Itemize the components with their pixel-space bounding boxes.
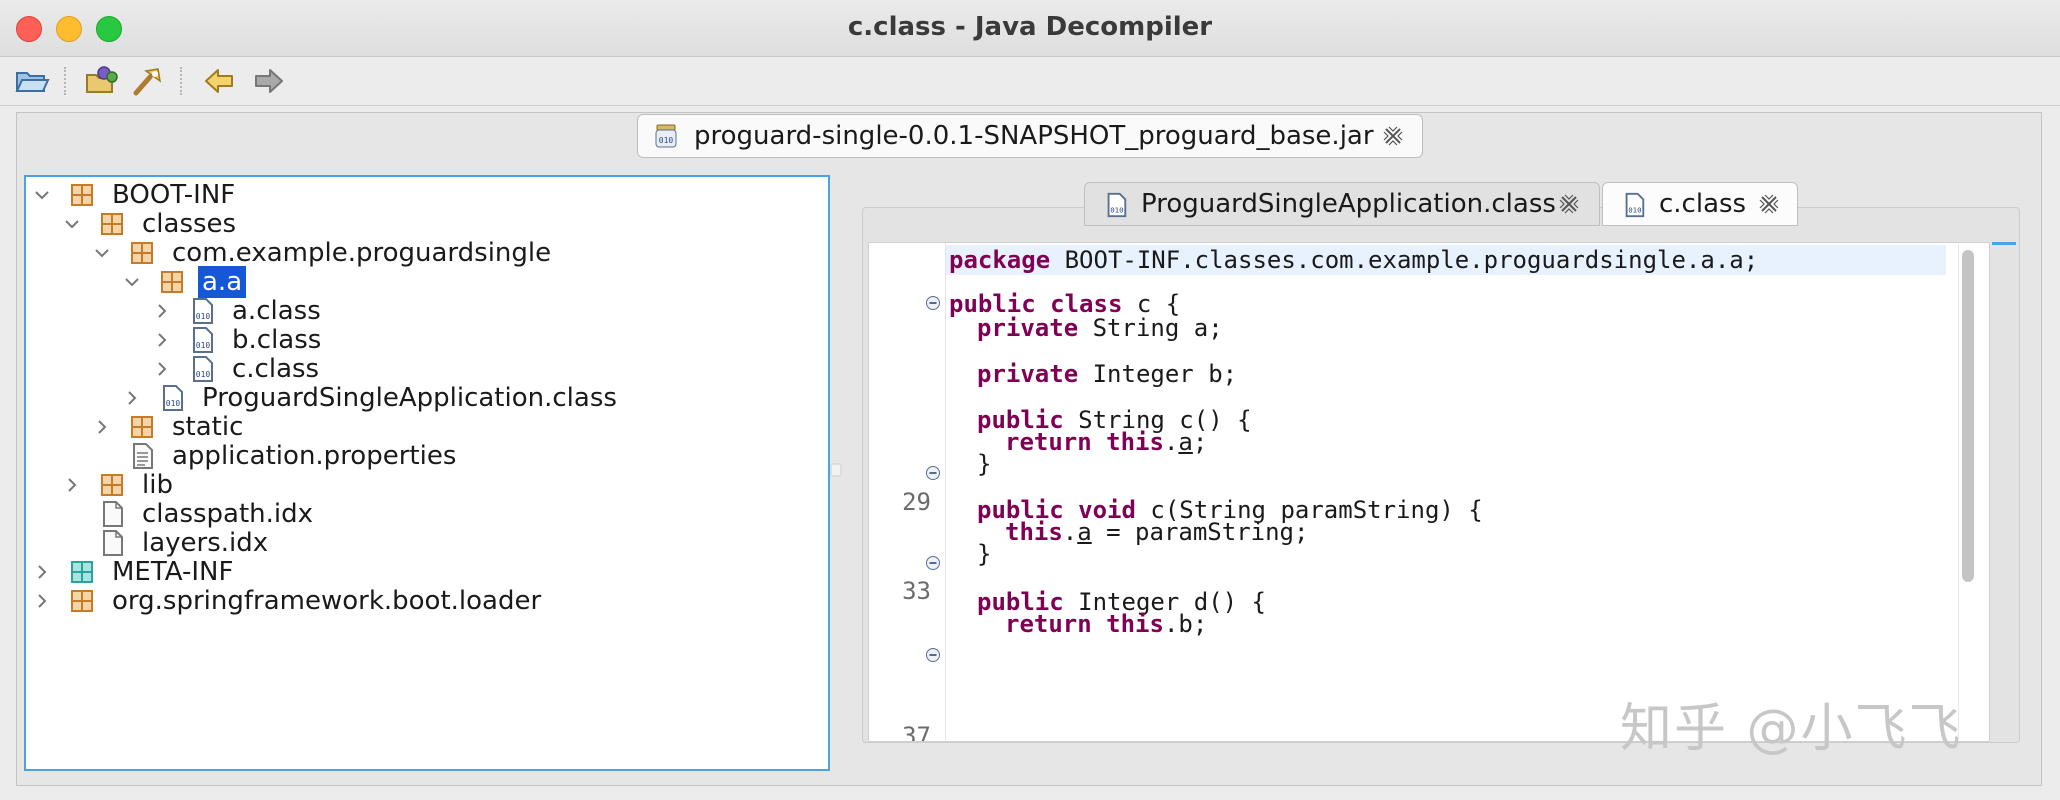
code-line: } [977,450,992,478]
tree-node-label: META-INF [112,557,234,587]
class-file-icon: 010 [163,385,183,411]
tree-node-label: b.class [232,325,322,355]
tree-node-label: layers.idx [142,528,269,558]
package-icon [71,590,93,612]
line-number: 37 [902,722,931,742]
code-editor[interactable]: 29 33 37 package BOOT-INF.classes.com.ex… [868,242,1990,742]
back-button[interactable] [202,65,238,97]
svg-text:010: 010 [166,399,181,408]
tree-node-label: BOOT-INF [112,180,236,210]
vertical-scrollbar-thumb[interactable] [1962,250,1974,582]
chevron-down-icon[interactable] [62,214,82,234]
tree-node-label: c.class [232,354,320,384]
fold-collapse-icon[interactable] [925,465,941,481]
close-icon[interactable] [1557,192,1581,216]
code-line: return this.a; [1005,428,1208,456]
forward-arrow-icon [255,69,283,93]
code-line: return this.b; [1005,610,1208,638]
package-icon [101,213,123,235]
tree-node-label: lib [142,470,173,500]
chevron-down-icon[interactable] [92,243,112,263]
tree-node-label: a.a [198,266,247,298]
search-icon [133,68,162,96]
chevron-right-icon[interactable] [122,388,142,408]
code-line: this.a = paramString; [1005,518,1309,546]
svg-text:010: 010 [1110,205,1123,214]
tab-label: ProguardSingleApplication.class [1141,189,1556,219]
open-type-icon [86,66,118,93]
toolbar-separator [180,67,182,95]
chevron-down-icon[interactable] [32,185,52,205]
file-tree[interactable]: BOOT-INF classes com.example.proguardsin… [24,175,830,771]
fold-collapse-icon[interactable] [925,295,941,311]
package-icon [131,416,153,438]
watermark: 知乎 @小飞飞 [1620,699,1963,759]
tree-node-label: static [172,412,244,442]
tree-node-label: org.springframework.boot.loader [112,586,542,616]
file-icon [103,530,123,556]
tree-node-label: a.class [232,296,321,326]
meta-package-icon [71,561,93,583]
svg-text:010: 010 [196,341,211,350]
svg-text:010: 010 [196,370,211,379]
tree-node-label: ProguardSingleApplication.class [202,383,617,413]
text-file-icon [133,443,153,469]
title-bar: c.class - Java Decompiler [0,0,2060,57]
class-file-icon: 010 [193,356,213,382]
package-icon [131,242,153,264]
splitter-handle[interactable] [829,462,843,478]
code-line: private Integer b; [977,360,1238,388]
fold-collapse-icon[interactable] [925,555,941,571]
forward-button[interactable] [250,65,286,97]
tree-node-label: classes [142,209,237,239]
code-line: package BOOT-INF.classes.com.example.pro… [949,246,1759,274]
back-arrow-icon [205,69,233,93]
code-line: private String a; [977,314,1223,342]
close-icon[interactable] [1381,124,1405,148]
jar-tab-label: proguard-single-0.0.1-SNAPSHOT_proguard_… [694,121,1374,151]
package-icon [101,474,123,496]
toolbar-separator [64,67,66,95]
tab-c-class[interactable]: 010 c.class [1602,182,1798,226]
svg-text:010: 010 [1628,205,1641,214]
chevron-right-icon[interactable] [62,475,82,495]
open-type-button[interactable] [84,65,120,97]
tab-proguard-single-application-class[interactable]: 010 ProguardSingleApplication.class [1084,182,1600,226]
line-number: 29 [902,488,931,516]
jar-icon: 010 [655,124,677,148]
fold-collapse-icon[interactable] [925,647,941,663]
tree-node-label: classpath.idx [142,499,314,529]
code-line: } [977,540,992,568]
svg-text:010: 010 [659,136,674,145]
package-icon [161,271,183,293]
tab-label: c.class [1659,189,1747,219]
tree-node-label: application.properties [172,441,457,471]
jar-file-tab[interactable]: 010 proguard-single-0.0.1-SNAPSHOT_progu… [637,114,1423,158]
editor-edge-accent [1992,242,2016,245]
chevron-right-icon[interactable] [152,301,172,321]
tree-node-label: com.example.proguardsingle [172,238,552,268]
search-button[interactable] [130,65,166,97]
class-file-icon: 010 [1625,192,1645,218]
class-file-icon: 010 [193,327,213,353]
svg-text:010: 010 [196,312,211,321]
package-icon [71,184,93,206]
toolbar [0,57,2060,106]
file-icon [103,501,123,527]
close-icon[interactable] [1757,192,1781,216]
class-file-icon: 010 [193,298,213,324]
open-file-button[interactable] [14,65,50,97]
chevron-down-icon[interactable] [122,272,142,292]
chevron-right-icon[interactable] [152,330,172,350]
chevron-right-icon[interactable] [32,562,52,582]
chevron-right-icon[interactable] [92,417,112,437]
line-number: 33 [902,577,931,605]
chevron-right-icon[interactable] [32,591,52,611]
class-file-icon: 010 [1107,192,1127,218]
chevron-right-icon[interactable] [152,359,172,379]
window-title: c.class - Java Decompiler [847,12,1213,42]
open-file-icon [15,72,50,92]
